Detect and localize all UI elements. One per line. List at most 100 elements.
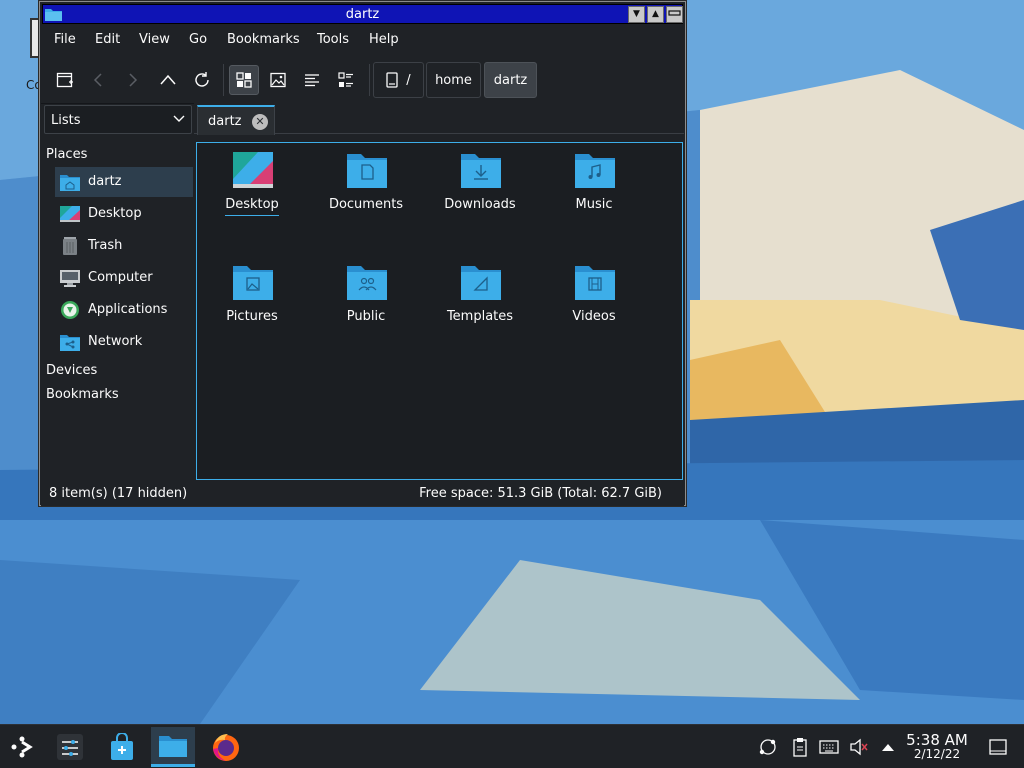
sidebar-item-computer[interactable]: Computer (55, 263, 193, 293)
file-manager-task[interactable] (151, 727, 195, 767)
chevron-up-icon (160, 74, 176, 85)
file-item-downloads[interactable]: Downloads (425, 143, 535, 233)
thumbnail-view-button[interactable] (263, 65, 293, 95)
folder-icon (159, 735, 187, 757)
sidebar-item-label: Applications (88, 302, 168, 317)
window-titlebar[interactable]: dartz ▼ ▲ (42, 4, 683, 24)
public-folder-icon (347, 266, 387, 300)
devices-heading[interactable]: Devices (46, 363, 97, 378)
show-desktop-button[interactable] (988, 737, 1008, 757)
store-bag-icon (111, 733, 133, 760)
close-tab-icon[interactable]: ✕ (252, 114, 268, 130)
sidebar-item-home[interactable]: dartz (55, 167, 193, 197)
image-icon (270, 72, 286, 88)
videos-folder-icon (575, 266, 615, 300)
file-item-label: Music (575, 197, 613, 212)
keyboard-tray-icon[interactable] (819, 737, 839, 757)
chevron-up-icon (882, 744, 894, 751)
tab-dartz[interactable]: dartz ✕ (197, 105, 275, 135)
menu-tools[interactable]: Tools (317, 32, 349, 47)
file-view[interactable]: Desktop Documents Downloads Music Pictur… (196, 142, 683, 480)
breadcrumb-dartz[interactable]: dartz (484, 62, 537, 98)
reload-button[interactable] (187, 65, 217, 95)
applications-icon (61, 301, 79, 319)
forward-button[interactable] (117, 65, 147, 95)
network-icon (759, 739, 776, 755)
file-item-videos[interactable]: Videos (539, 255, 649, 345)
breadcrumb-root[interactable]: / (373, 62, 424, 98)
sidebar-item-desktop[interactable]: Desktop (55, 199, 193, 229)
firefox-icon (213, 734, 239, 761)
chevron-right-icon (129, 73, 138, 87)
file-item-documents[interactable]: Documents (311, 143, 421, 233)
breadcrumb-home[interactable]: home (426, 62, 481, 98)
minimize-button[interactable]: ▼ (628, 6, 645, 23)
show-hidden-tray-button[interactable] (878, 737, 898, 757)
menu-go[interactable]: Go (189, 32, 207, 47)
status-bar: 8 item(s) (17 hidden) Free space: 51.3 G… (41, 482, 684, 506)
desktop-icon (233, 152, 273, 188)
compact-view-button[interactable] (297, 65, 327, 95)
grid-icon (236, 72, 252, 88)
window-title: dartz (345, 7, 380, 22)
sidebar-item-label: Network (88, 334, 143, 349)
network-folder-icon (60, 335, 80, 351)
file-item-pictures[interactable]: Pictures (197, 255, 307, 345)
detailed-list-icon (338, 72, 353, 87)
close-window-button[interactable] (666, 6, 683, 23)
list-icon (305, 74, 319, 87)
sidebar-item-label: dartz (88, 174, 122, 189)
file-item-music[interactable]: Music (539, 143, 649, 233)
settings-icon (57, 734, 83, 760)
desktop-icon (60, 206, 80, 222)
clock-date[interactable]: 2/12/22 (902, 747, 972, 761)
file-item-desktop[interactable]: Desktop (197, 143, 307, 233)
file-item-label: Videos (572, 309, 616, 324)
sidebar-item-label: Desktop (88, 206, 142, 221)
sidebar-item-label: Computer (88, 270, 153, 285)
firefox-button[interactable] (204, 727, 248, 767)
detailed-view-button[interactable] (331, 65, 361, 95)
menu-bookmarks[interactable]: Bookmarks (227, 32, 300, 47)
menu-edit[interactable]: Edit (95, 32, 120, 47)
up-button[interactable] (153, 65, 183, 95)
icon-view-button[interactable] (229, 65, 259, 95)
free-space: Free space: 51.3 GiB (Total: 62.7 GiB) (419, 486, 662, 501)
application-launcher-button[interactable] (0, 727, 44, 767)
menu-help[interactable]: Help (369, 32, 399, 47)
sidebar-item-trash[interactable]: Trash (55, 231, 193, 261)
sidebar-item-applications[interactable]: Applications (55, 295, 193, 325)
clipboard-tray-icon[interactable] (790, 737, 810, 757)
file-item-public[interactable]: Public (311, 255, 421, 345)
sidebar-item-network[interactable]: Network (55, 327, 193, 357)
volume-tray-icon[interactable] (849, 737, 869, 757)
back-button[interactable] (84, 65, 114, 95)
new-window-button[interactable] (50, 65, 80, 95)
taskbar (0, 724, 1024, 768)
toolbar: / home dartz (41, 54, 684, 104)
maximize-button[interactable]: ▲ (647, 6, 664, 23)
chevron-left-icon (93, 73, 102, 87)
menu-file[interactable]: File (54, 32, 76, 47)
templates-folder-icon (461, 266, 501, 300)
system-settings-button[interactable] (48, 727, 92, 767)
places-heading: Places (46, 147, 88, 162)
menu-view[interactable]: View (139, 32, 170, 47)
tab-bar: dartz ✕ (194, 103, 684, 135)
places-sidebar: Places dartz Desktop Trash Computer Appl… (41, 136, 193, 478)
chevron-down-icon (173, 115, 185, 122)
pictures-folder-icon (233, 266, 273, 300)
item-count: 8 item(s) (17 hidden) (49, 486, 188, 501)
file-item-label: Public (346, 309, 386, 324)
panel-selector-dropdown[interactable]: Lists (44, 105, 192, 134)
file-item-templates[interactable]: Templates (425, 255, 535, 345)
discover-store-button[interactable] (100, 727, 144, 767)
sidebar-item-label: Trash (88, 238, 123, 253)
network-tray-icon[interactable] (758, 737, 778, 757)
breadcrumb-dartz-label: dartz (493, 72, 528, 88)
file-item-label: Templates (446, 309, 514, 324)
keyboard-icon (819, 740, 839, 754)
file-item-label: Downloads (444, 197, 516, 212)
downloads-folder-icon (461, 154, 501, 188)
bookmarks-heading[interactable]: Bookmarks (46, 387, 119, 402)
